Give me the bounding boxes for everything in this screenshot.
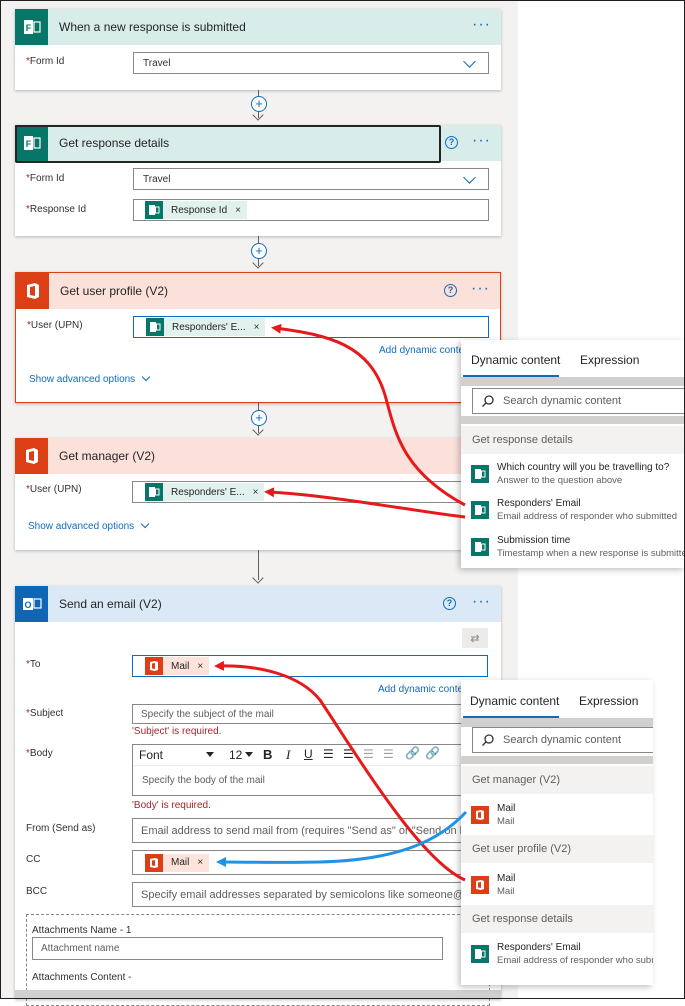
screenshot-border <box>0 0 685 999</box>
